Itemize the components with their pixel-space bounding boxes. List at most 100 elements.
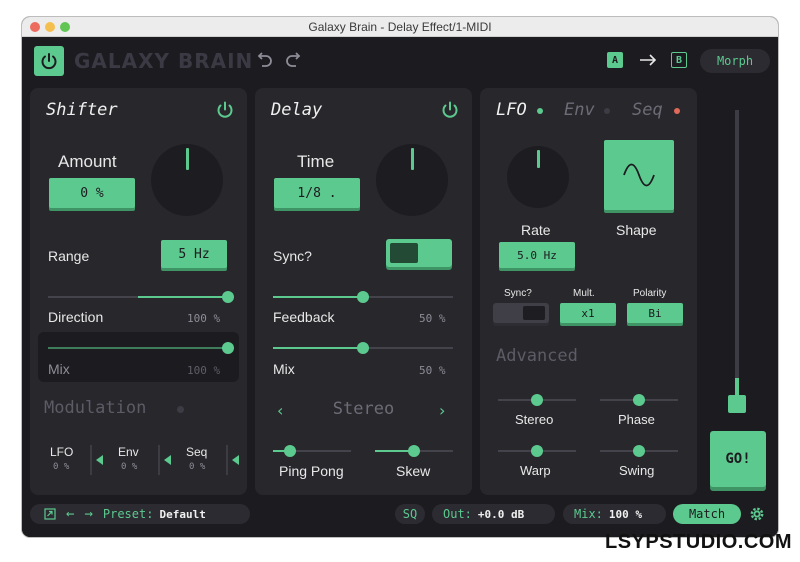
amount-field[interactable]: 0 % (49, 178, 135, 208)
undo-icon (257, 52, 272, 67)
lfo-sync-label: Sync? (504, 288, 532, 299)
preset-bar: ← → Preset: Default (30, 504, 250, 524)
env-indicator (604, 108, 610, 114)
lfo-indicator (537, 108, 543, 114)
stereo-mode-selector: ‹ Stereo › (255, 398, 472, 422)
shifter-title: Shifter (46, 100, 118, 120)
preset-a-button[interactable]: A (607, 52, 623, 68)
shape-label: Shape (616, 222, 657, 238)
modulation-indicator (177, 406, 184, 413)
out-value: +0.0 dB (477, 507, 525, 521)
delay-power-button[interactable] (440, 100, 460, 124)
window-title: Galaxy Brain - Delay Effect/1-MIDI (308, 20, 492, 34)
global-mix-value: 100 % (608, 507, 643, 521)
preset-label: Preset: (102, 507, 154, 521)
time-knob[interactable] (376, 144, 448, 216)
mod-lfo-value: 0 % (53, 462, 70, 472)
arrow-right-icon (640, 54, 657, 66)
chevron-right-icon[interactable]: › (439, 401, 445, 420)
adv-swing-slider[interactable] (600, 445, 678, 457)
next-preset-button[interactable]: → (84, 506, 92, 522)
feedback-label: Feedback (273, 309, 335, 325)
direction-slider[interactable] (48, 291, 234, 303)
copy-a-to-b-button[interactable] (638, 52, 658, 72)
tab-lfo[interactable]: LFO (496, 100, 527, 120)
delay-mix-value: 50 % (419, 364, 446, 377)
delay-mix-slider[interactable] (273, 342, 453, 354)
sync-label: Sync? (273, 248, 312, 264)
main-power-button[interactable] (34, 46, 64, 76)
mod-lfo-label: LFO (50, 445, 74, 459)
global-mix[interactable]: Mix: 100 % (563, 504, 666, 524)
adv-stereo-label: Stereo (515, 412, 554, 427)
shifter-mix-value: 100 % (187, 364, 221, 377)
rate-label: Rate (521, 222, 551, 238)
redo-button[interactable] (284, 52, 304, 72)
mult-field[interactable]: x1 (560, 303, 616, 323)
shifter-mix-slider[interactable] (48, 342, 234, 354)
output-slider-track[interactable] (735, 110, 739, 410)
undo-button[interactable] (254, 52, 274, 72)
morph-button[interactable]: Morph (700, 49, 770, 73)
shape-button[interactable] (604, 140, 674, 210)
polarity-field[interactable]: Bi (627, 303, 683, 323)
gear-icon (750, 507, 764, 521)
tab-env[interactable]: Env (564, 100, 595, 120)
direction-value: 100 % (187, 312, 221, 325)
adv-phase-slider[interactable] (600, 394, 678, 406)
adv-swing-label: Swing (619, 463, 655, 478)
seq-indicator (674, 108, 680, 114)
preset-name[interactable]: Default (159, 508, 205, 521)
mod-env-value: 0 % (121, 462, 138, 472)
mod-seq-value: 0 % (189, 462, 206, 472)
tab-seq[interactable]: Seq (632, 100, 663, 120)
match-button[interactable]: Match (673, 504, 741, 524)
out-label: Out: (443, 507, 472, 521)
mod-env-handle[interactable] (164, 455, 171, 465)
output-slider-thumb[interactable] (728, 395, 746, 413)
sync-toggle[interactable] (386, 239, 452, 267)
range-label: Range (48, 248, 90, 264)
polarity-label: Polarity (633, 288, 667, 299)
previous-preset-button[interactable]: ← (66, 506, 74, 522)
lfo-sync-toggle[interactable] (493, 303, 549, 323)
skew-label: Skew (396, 463, 431, 479)
go-button[interactable]: GO! (710, 431, 766, 487)
skew-slider[interactable] (375, 445, 453, 457)
range-field[interactable]: 5 Hz (161, 240, 227, 268)
feedback-value: 50 % (419, 312, 446, 325)
power-icon (442, 101, 458, 118)
plugin-body: GALAXY BRAIN A B Morph Shifter Amount 0 … (22, 38, 778, 537)
feedback-slider[interactable] (273, 291, 453, 303)
pingpong-slider[interactable] (273, 445, 351, 457)
advanced-heading: Advanced (496, 346, 578, 366)
delay-mix-label: Mix (273, 361, 295, 377)
amount-knob[interactable] (151, 144, 223, 216)
watermark: LSYPSTUDIO.COM (604, 531, 792, 553)
adv-warp-slider[interactable] (498, 445, 576, 457)
delay-panel: Delay Time 1/8 . Sync? Feedback 50 % Mix… (255, 88, 472, 495)
rate-field[interactable]: 5.0 Hz (499, 242, 575, 268)
redo-icon (286, 52, 301, 67)
mod-seq-handle[interactable] (232, 455, 239, 465)
settings-button[interactable] (748, 505, 766, 527)
mod-lfo-handle[interactable] (96, 455, 103, 465)
mod-env-label: Env (118, 445, 139, 459)
preset-b-button[interactable]: B (671, 52, 687, 68)
delay-title: Delay (271, 100, 323, 120)
preset-browser-icon[interactable] (44, 508, 56, 520)
sq-button[interactable]: SQ (395, 504, 425, 524)
amount-label: Amount (58, 152, 117, 171)
power-icon (41, 53, 57, 70)
pingpong-label: Ping Pong (279, 463, 344, 479)
brand-logo: GALAXY BRAIN (74, 49, 254, 73)
shifter-power-button[interactable] (215, 100, 235, 124)
rate-knob[interactable] (507, 146, 569, 208)
time-label: Time (297, 152, 335, 171)
shifter-mix-label: Mix (48, 361, 70, 377)
output-gain[interactable]: Out: +0.0 dB (432, 504, 555, 524)
adv-stereo-slider[interactable] (498, 394, 576, 406)
sine-wave-icon (623, 163, 655, 187)
time-field[interactable]: 1/8 . (274, 178, 360, 208)
power-icon (217, 101, 233, 118)
